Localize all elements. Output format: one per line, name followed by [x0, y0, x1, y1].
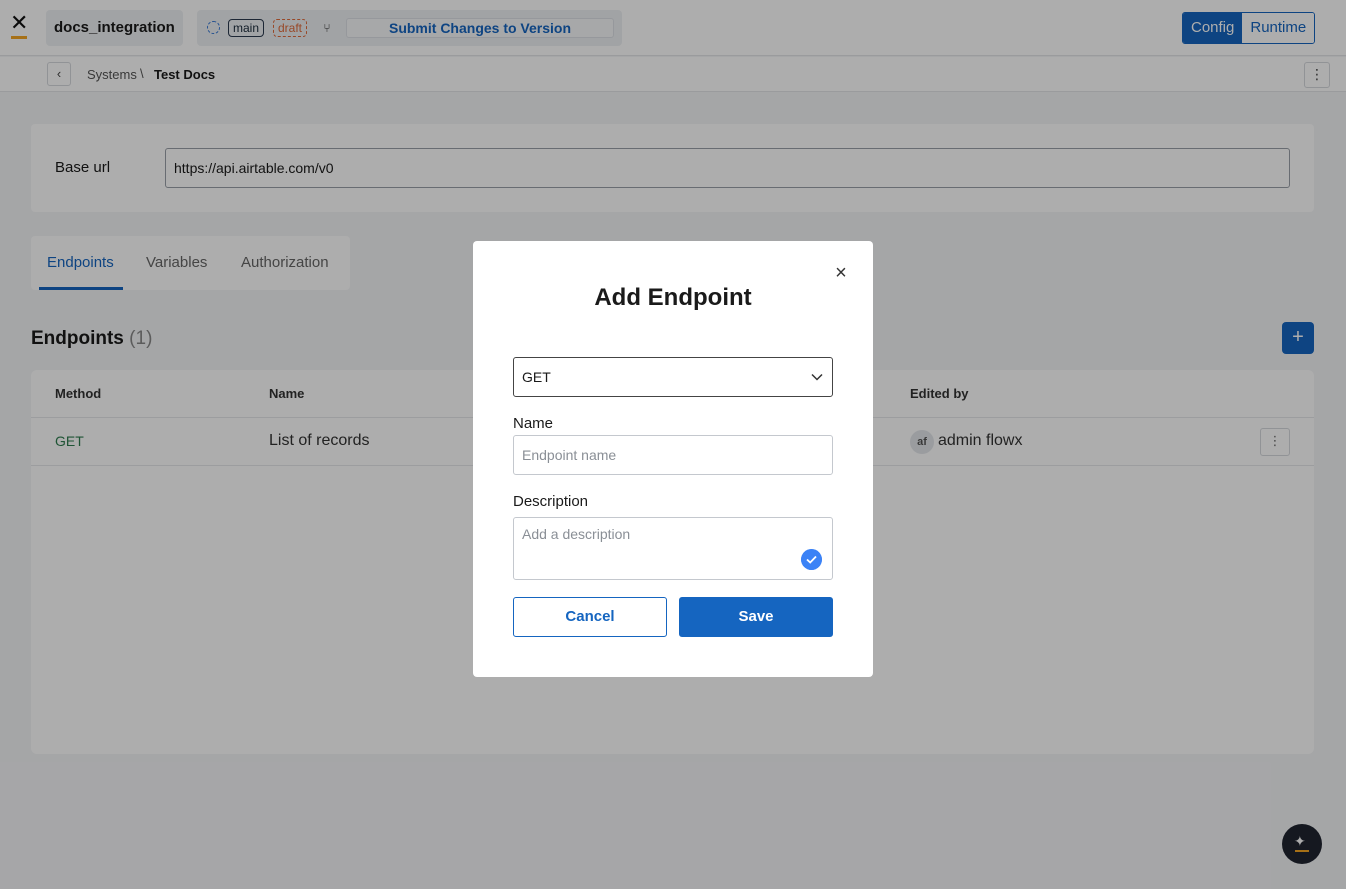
dialog-title: Add Endpoint	[594, 284, 752, 311]
description-input[interactable]	[513, 517, 833, 580]
name-label: Name	[513, 415, 554, 432]
description-label: Description	[513, 493, 589, 510]
cancel-button[interactable]: Cancel	[513, 597, 667, 637]
endpoint-name-input[interactable]	[513, 435, 833, 475]
method-select[interactable]: GET	[513, 357, 833, 397]
check-icon[interactable]	[801, 549, 822, 570]
close-icon[interactable]: ×	[831, 261, 851, 285]
add-endpoint-dialog: × Add Endpoint GET Name Description Canc…	[473, 241, 873, 677]
save-button[interactable]: Save	[679, 597, 833, 637]
method-select-value: GET	[522, 369, 551, 385]
chevron-down-icon	[811, 373, 823, 381]
